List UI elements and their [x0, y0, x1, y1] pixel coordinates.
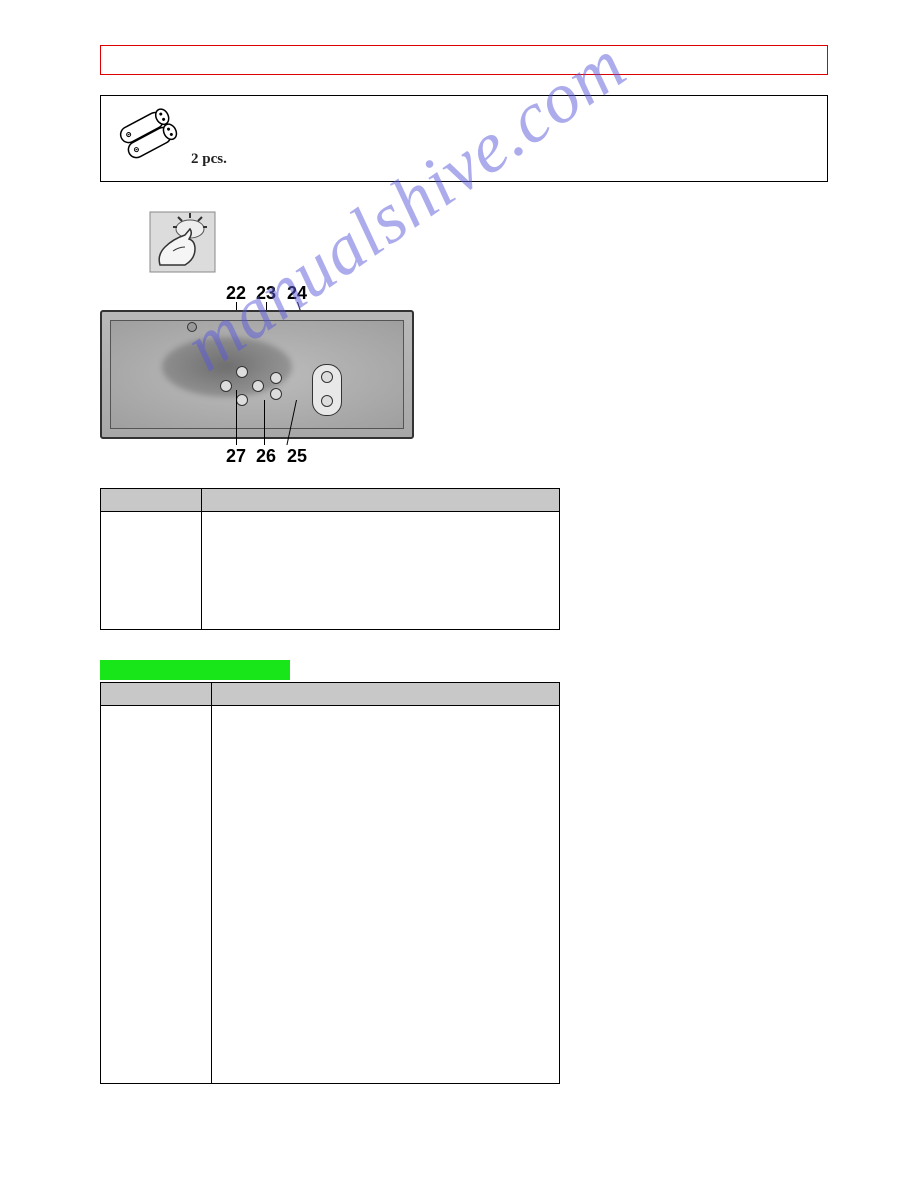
- table-header-cell: [101, 683, 212, 706]
- parts-quantity-label: 2 pcs.: [191, 151, 227, 168]
- remote-bottom-diagram: 22 23 24 27 26: [100, 280, 410, 480]
- required-parts-frame: 2 pcs.: [100, 95, 828, 182]
- callout-number: 22: [226, 283, 246, 304]
- table-cell: [212, 706, 560, 1084]
- title-frame: [100, 45, 828, 75]
- press-button-icon: [145, 207, 828, 280]
- table-cell: [202, 512, 560, 630]
- section-highlight: [100, 660, 290, 680]
- table-cell: [101, 512, 202, 630]
- callout-number: 26: [256, 446, 276, 467]
- callout-number: 23: [256, 283, 276, 304]
- table-cell: [101, 706, 212, 1084]
- callout-number: 24: [287, 283, 307, 304]
- table-header-cell: [202, 489, 560, 512]
- table-header-cell: [212, 683, 560, 706]
- batteries-illustration: [111, 106, 191, 161]
- table-header-cell: [101, 489, 202, 512]
- description-table-2: [100, 682, 560, 1084]
- callout-number: 25: [287, 446, 307, 467]
- description-table-1: [100, 488, 560, 630]
- callout-number: 27: [226, 446, 246, 467]
